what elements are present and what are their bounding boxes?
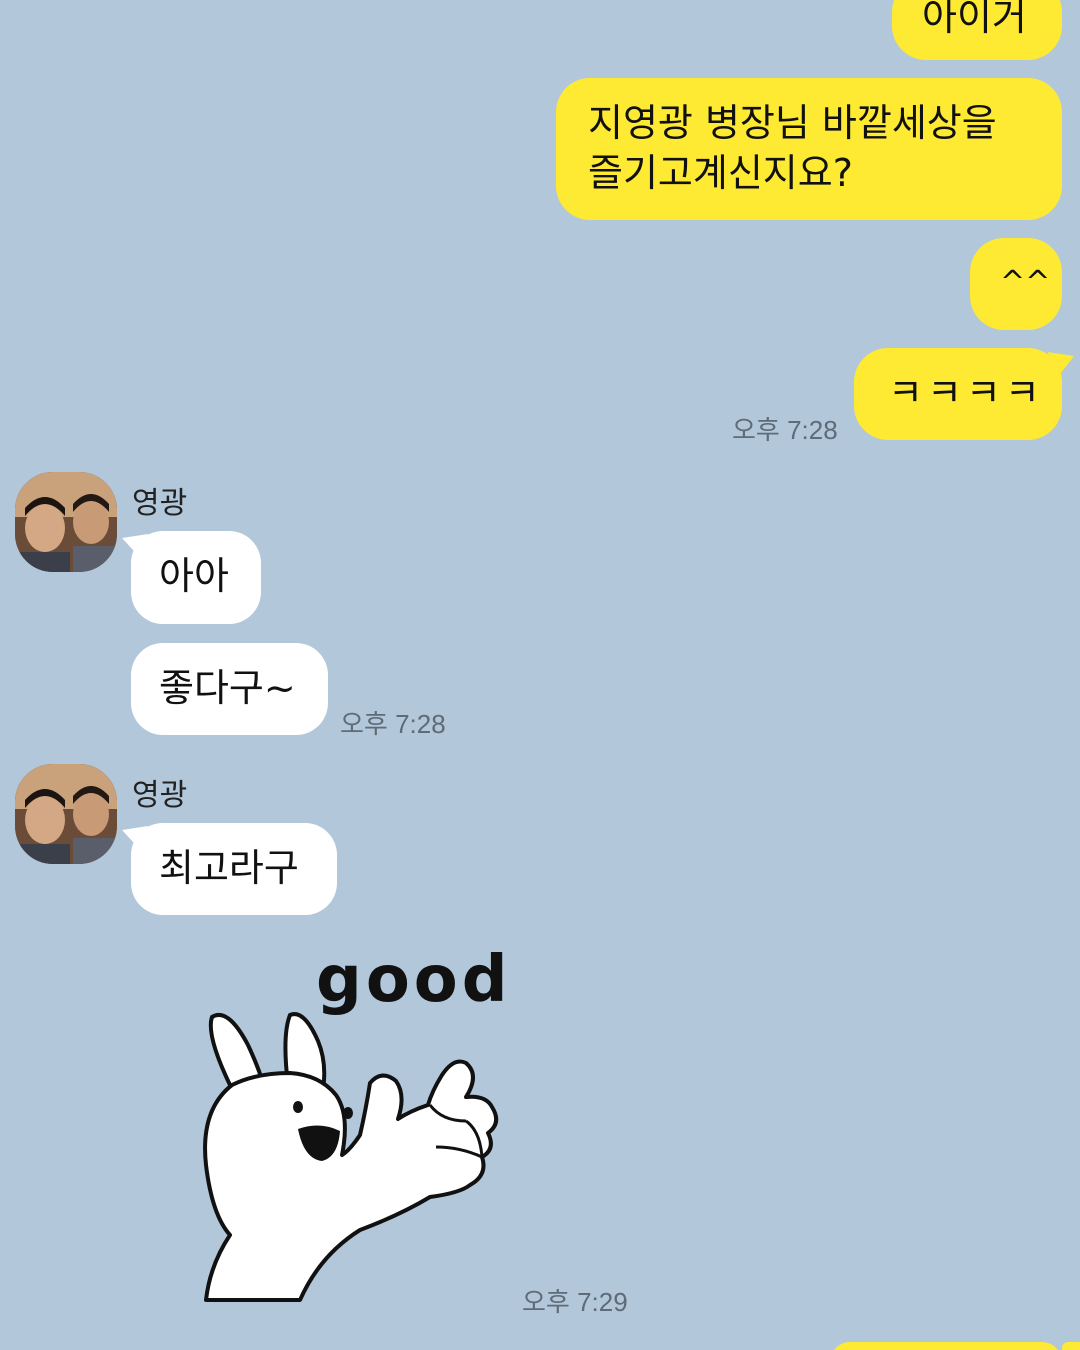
rabbit-thumbs-up-sticker[interactable]: good xyxy=(170,935,520,1305)
sender-name: 영광 xyxy=(132,778,188,813)
my-message-bubble[interactable]: 아이거 xyxy=(892,0,1062,60)
my-bubble-tail xyxy=(1048,352,1074,382)
sender-avatar[interactable] xyxy=(15,472,117,572)
their-message-bubble[interactable]: 아아 xyxy=(131,531,261,624)
my-message-bubble[interactable]: ^^ xyxy=(970,238,1062,330)
message-timestamp: 오후 7:29 xyxy=(522,1287,628,1317)
sender-name: 영광 xyxy=(132,486,188,521)
my-message-bubble-partial[interactable] xyxy=(830,1342,1062,1350)
avatar-photo-icon xyxy=(15,472,117,572)
their-message-bubble[interactable]: 최고라구 xyxy=(131,823,337,915)
my-message-bubble[interactable]: ㅋㅋㅋㅋ xyxy=(854,348,1062,440)
sticker-good-text: good xyxy=(316,943,512,1017)
message-timestamp: 오후 7:28 xyxy=(732,415,838,445)
my-message-bubble[interactable]: 지영광 병장님 바깥세상을 즐기고계신지요? xyxy=(556,78,1062,220)
message-timestamp: 오후 7:28 xyxy=(340,709,446,739)
sender-avatar[interactable] xyxy=(15,764,117,864)
their-message-bubble[interactable]: 좋다구~ xyxy=(131,643,328,735)
avatar-photo-icon xyxy=(15,764,117,864)
chat-room: 아이거 지영광 병장님 바깥세상을 즐기고계신지요? ^^ ㅋㅋㅋㅋ 오후 7:… xyxy=(0,0,1080,1350)
rabbit-icon: good xyxy=(203,943,512,1302)
bottom-edge-mark xyxy=(1062,1342,1080,1350)
